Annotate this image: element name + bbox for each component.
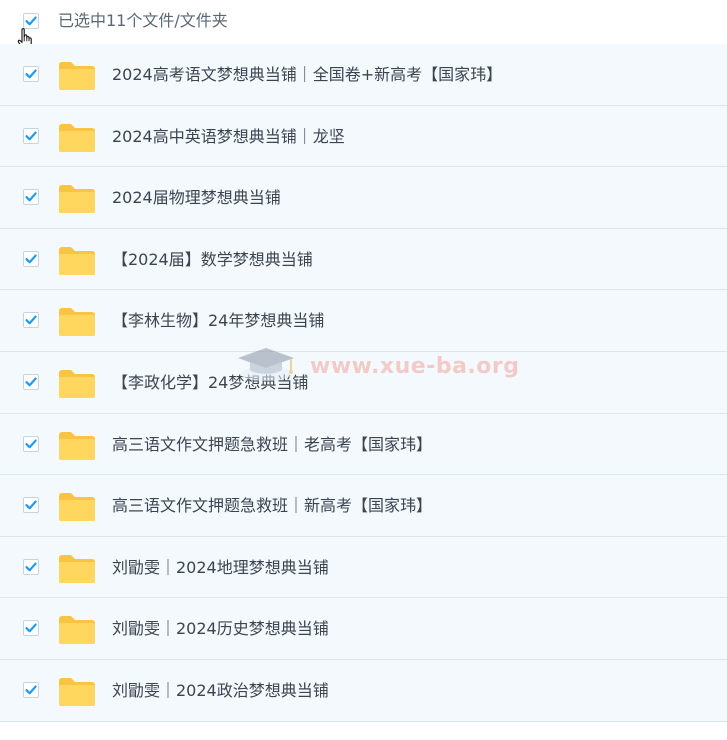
- folder-name[interactable]: 高三语文作文押题急救班｜新高考【国家玮】: [112, 495, 432, 517]
- folder-icon: [59, 554, 95, 583]
- folder-name[interactable]: 2024届物理梦想典当铺: [112, 187, 281, 209]
- folder-icon: [59, 62, 95, 90]
- file-list-row[interactable]: 高三语文作文押题急救班｜老高考【国家玮】: [0, 413, 727, 476]
- folder-icon: [59, 308, 95, 337]
- row-checkbox[interactable]: [23, 620, 39, 637]
- folder-name[interactable]: 2024高考语文梦想典当铺｜全国卷+新高考【国家玮】: [112, 64, 502, 86]
- checkmark-icon: [25, 562, 37, 572]
- checkmark-icon: [25, 685, 37, 695]
- checkmark-icon: [25, 16, 37, 26]
- file-list-row[interactable]: 【李林生物】24年梦想典当铺: [0, 290, 727, 352]
- row-checkbox[interactable]: [23, 558, 39, 575]
- row-checkbox[interactable]: [23, 681, 39, 698]
- folder-icon: [59, 493, 95, 522]
- folder-name[interactable]: 刘勖雯｜2024历史梦想典当铺: [112, 618, 329, 640]
- checkmark-icon: [25, 192, 37, 202]
- row-checkbox[interactable]: [23, 373, 39, 390]
- folder-icon: [59, 185, 95, 214]
- file-list-row[interactable]: 刘勖雯｜2024地理梦想典当铺: [0, 536, 727, 599]
- folder-name[interactable]: 【2024届】数学梦想典当铺: [112, 249, 313, 271]
- file-list-row[interactable]: 2024高考语文梦想典当铺｜全国卷+新高考【国家玮】: [0, 44, 727, 106]
- checkmark-icon: [25, 254, 37, 264]
- folder-name[interactable]: 刘勖雯｜2024地理梦想典当铺: [112, 557, 329, 579]
- selection-count-label: 已选中11个文件/文件夹: [58, 11, 228, 30]
- checkmark-icon: [25, 131, 37, 140]
- folder-name[interactable]: 高三语文作文押题急救班｜老高考【国家玮】: [112, 434, 432, 456]
- folder-icon: [59, 123, 95, 152]
- folder-icon: [59, 369, 95, 398]
- folder-icon: [59, 677, 95, 706]
- selection-header: 已选中11个文件/文件夹: [0, 0, 727, 50]
- row-checkbox[interactable]: [23, 66, 39, 82]
- checkmark-icon: [25, 315, 37, 325]
- row-checkbox[interactable]: [23, 189, 39, 206]
- file-list-row[interactable]: 2024届物理梦想典当铺: [0, 167, 727, 229]
- folder-icon: [59, 616, 95, 645]
- file-list-row[interactable]: 刘勖雯｜2024历史梦想典当铺: [0, 598, 727, 660]
- row-checkbox[interactable]: [23, 312, 39, 329]
- row-checkbox[interactable]: [23, 435, 39, 452]
- file-list-row[interactable]: 高三语文作文押题急救班｜新高考【国家玮】: [0, 475, 727, 537]
- folder-icon: [59, 246, 95, 275]
- checkmark-icon: [25, 377, 37, 387]
- graduation-cap-icon: [238, 348, 294, 381]
- watermark-text: www.xue-ba.org: [310, 354, 520, 379]
- file-list-row[interactable]: 刘勖雯｜2024政治梦想典当铺: [0, 659, 727, 722]
- row-checkbox[interactable]: [23, 127, 39, 144]
- row-checkbox[interactable]: [23, 497, 39, 514]
- folder-name[interactable]: 2024高中英语梦想典当铺｜龙坚: [112, 126, 345, 148]
- file-list-page: 已选中11个文件/文件夹 2024高考语文梦想典当铺｜全国卷+新高考【国家玮】 2…: [0, 0, 727, 740]
- checkmark-icon: [25, 623, 37, 633]
- folder-name[interactable]: 【李林生物】24年梦想典当铺: [112, 310, 324, 332]
- watermark: www.xue-ba.org: [236, 344, 519, 392]
- file-list-row[interactable]: 2024高中英语梦想典当铺｜龙坚: [0, 105, 727, 168]
- checkmark-icon: [25, 69, 37, 79]
- checkmark-icon: [25, 500, 37, 510]
- folder-icon: [59, 431, 95, 460]
- file-list-row[interactable]: 【2024届】数学梦想典当铺: [0, 228, 727, 291]
- folder-name[interactable]: 刘勖雯｜2024政治梦想典当铺: [112, 680, 329, 702]
- checkmark-icon: [25, 439, 37, 448]
- row-checkbox[interactable]: [23, 250, 39, 267]
